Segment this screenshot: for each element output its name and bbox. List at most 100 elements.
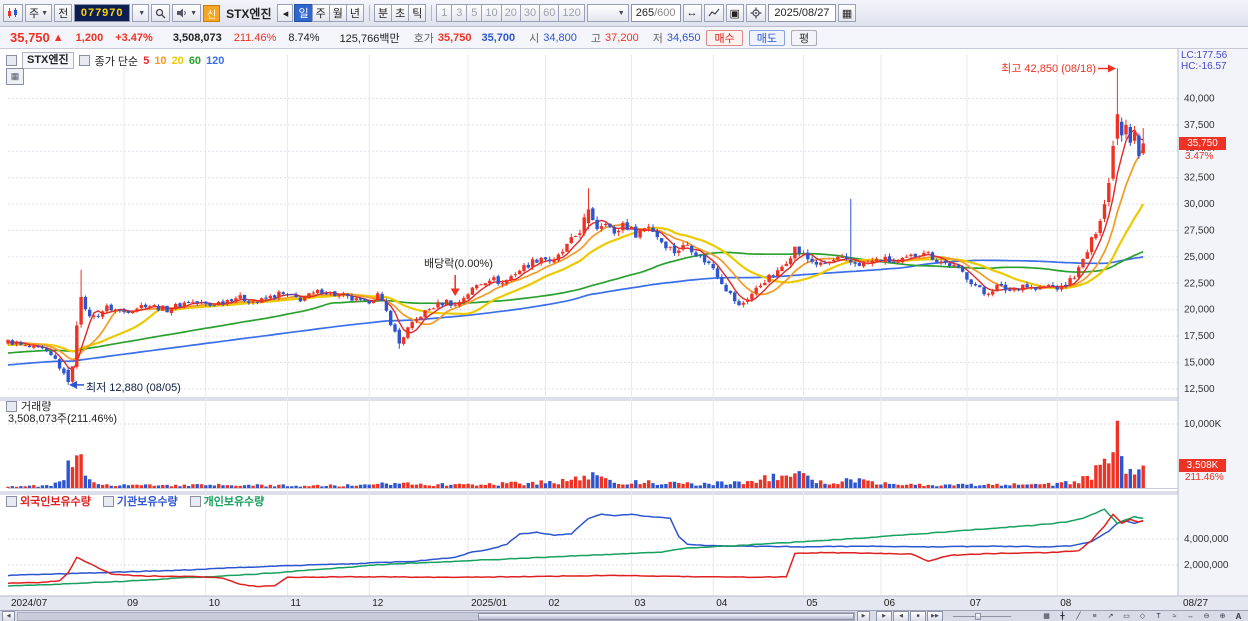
wave-tool-icon[interactable]: ≈ bbox=[1167, 611, 1182, 621]
scroll-left-button[interactable]: ◀ bbox=[2, 610, 15, 621]
period-tab-월[interactable]: 월 bbox=[328, 4, 347, 22]
chart-canvas[interactable]: 2024/07 09 10 11 12 2025/01 02 03 04 05 06 07 08 08/2… bbox=[0, 49, 1248, 610]
avg-button[interactable]: 평 bbox=[790, 29, 818, 46]
chart-type-dropdown[interactable]: 주 ▼ bbox=[25, 4, 53, 22]
minute-tab-초[interactable]: 초 bbox=[391, 4, 410, 22]
ma-legend-label: 종가 단순 bbox=[94, 55, 139, 68]
x-axis-label: 02 bbox=[549, 598, 561, 609]
price-tick-label: 37,500 bbox=[1184, 120, 1215, 131]
stock-code-input[interactable]: 077970 bbox=[74, 4, 131, 22]
interval-button-1[interactable]: 1 bbox=[436, 4, 453, 22]
play-button[interactable]: ▶ bbox=[876, 610, 892, 621]
line-chart-tool-button[interactable] bbox=[703, 4, 724, 22]
calendar-button[interactable]: ▦ bbox=[837, 4, 857, 22]
foreigner-holdings-legend: 외국인보유수량 bbox=[6, 493, 91, 509]
chart-stock-label: STX엔진 bbox=[22, 52, 74, 69]
hc-indicator: HC:-16.57 bbox=[1181, 61, 1227, 72]
minute-tab-분[interactable]: 분 bbox=[373, 4, 393, 22]
x-axis-label: 07 bbox=[970, 598, 982, 609]
collapse-button[interactable]: ◂ bbox=[277, 4, 294, 22]
period-tab-년[interactable]: 년 bbox=[345, 4, 364, 22]
interval-button-5[interactable]: 5 bbox=[466, 4, 483, 22]
x-axis-label: 08 bbox=[1060, 598, 1072, 609]
divider bbox=[431, 5, 433, 21]
scroll-right-button[interactable]: ▶ bbox=[857, 610, 870, 621]
price-tick-label: 20,000 bbox=[1184, 305, 1215, 316]
interval-button-3[interactable]: 3 bbox=[451, 4, 468, 22]
indicator-toggle-icon[interactable] bbox=[78, 55, 90, 66]
chart-window-icon[interactable] bbox=[3, 4, 23, 22]
gear-icon bbox=[750, 7, 762, 19]
interval-button-120[interactable]: 120 bbox=[558, 4, 585, 22]
bar-count-input[interactable]: 265/600 bbox=[630, 4, 681, 22]
sound-toggle-button[interactable]: ▼ bbox=[172, 4, 202, 22]
x-axis-label: 12 bbox=[372, 598, 384, 609]
pane-toggle-icon[interactable] bbox=[6, 495, 17, 507]
institution-holdings-legend: 기관보유수량 bbox=[102, 493, 178, 509]
price-tick-label: 15,000 bbox=[1184, 358, 1215, 369]
data-grid-button[interactable]: ▦ bbox=[6, 68, 24, 85]
interval-button-20[interactable]: 20 bbox=[500, 4, 521, 22]
price-info-bar: 35,750 ▲ 1,200 +3.47% 3,508,073 211.46% … bbox=[0, 27, 1248, 49]
pane-toggle-icon[interactable] bbox=[6, 55, 17, 66]
zoom-in-icon[interactable]: ⊕ bbox=[1215, 611, 1230, 621]
chart-background bbox=[0, 49, 1248, 610]
horizontal-line-icon[interactable]: ≡ bbox=[1087, 611, 1102, 621]
slider-handle[interactable] bbox=[975, 612, 982, 620]
rect-tool-icon[interactable]: ▭ bbox=[1119, 611, 1134, 621]
exdividend-annotation: 배당락(0.00%) bbox=[424, 258, 493, 270]
scrollbar-thumb[interactable] bbox=[477, 612, 854, 620]
zoom-out-icon[interactable]: ⊖ bbox=[1199, 611, 1214, 621]
period-tab-주[interactable]: 주 bbox=[311, 4, 330, 22]
code-dropdown-button[interactable]: ▼ bbox=[132, 4, 150, 22]
diamond-tool-icon[interactable]: ◇ bbox=[1135, 611, 1150, 621]
price-tick-label: 40,000 bbox=[1184, 94, 1215, 105]
grid-icon[interactable]: ▦ bbox=[1039, 611, 1054, 621]
zoom-slider[interactable] bbox=[953, 612, 1011, 621]
interval-button-60[interactable]: 60 bbox=[539, 4, 560, 22]
trendline-icon[interactable]: ╱ bbox=[1071, 611, 1086, 621]
chart-scrollbar[interactable] bbox=[17, 611, 855, 621]
price-tick-label: 30,000 bbox=[1184, 199, 1215, 210]
pan-icon[interactable]: ↔ bbox=[1183, 611, 1198, 621]
volume-pane-value: 3,508,073주(211.46%) bbox=[8, 413, 117, 425]
mini-candle-icon bbox=[8, 8, 17, 18]
prev-stock-button[interactable]: 전 bbox=[54, 4, 73, 22]
crosshair-icon[interactable]: ╋ bbox=[1055, 611, 1070, 621]
sell-button[interactable]: 매도 bbox=[748, 29, 785, 46]
new-listing-badge: 신 bbox=[203, 4, 221, 22]
price-tick-label: 32,500 bbox=[1184, 173, 1215, 184]
stock-name-label: STX엔진 bbox=[226, 6, 272, 21]
period-tab-일[interactable]: 일 bbox=[294, 4, 313, 22]
pane-toggle-icon[interactable] bbox=[189, 495, 201, 507]
current-volume-axis-badge: 3,508K bbox=[1179, 459, 1226, 472]
speaker-icon bbox=[177, 8, 186, 18]
ma5-legend: 5 bbox=[143, 54, 150, 67]
top-toolbar: 주 ▼ 전 077970 ▼ ▼ 신 STX엔진 ◂ 일주월년 분초틱 1 3 5 10… bbox=[0, 0, 1248, 27]
save-chart-button[interactable]: ▣ bbox=[725, 4, 744, 22]
divider bbox=[368, 5, 370, 21]
buy-button[interactable]: 매수 bbox=[706, 29, 743, 46]
fast-forward-button[interactable]: ▶▶ bbox=[927, 610, 943, 621]
pane-toggle-icon[interactable] bbox=[102, 495, 114, 507]
minute-tab-틱[interactable]: 틱 bbox=[408, 4, 427, 22]
auto-scale-button[interactable]: A bbox=[1231, 611, 1246, 621]
date-input[interactable]: 2025/08/27 bbox=[767, 4, 836, 22]
interval-button-10[interactable]: 10 bbox=[481, 4, 502, 22]
step-back-button[interactable]: ◀ bbox=[893, 610, 909, 621]
search-icon bbox=[155, 8, 166, 18]
stock-search-button[interactable] bbox=[151, 4, 171, 22]
stop-button[interactable]: ■ bbox=[910, 610, 926, 621]
arrow-tool-icon[interactable]: ↗ bbox=[1103, 611, 1118, 621]
ma120-legend: 120 bbox=[206, 54, 225, 67]
minute-tab-group: 분초틱 bbox=[373, 4, 427, 22]
custom-interval-dropdown[interactable]: ▼ bbox=[586, 4, 629, 22]
text-tool-icon[interactable]: T bbox=[1151, 611, 1166, 621]
volume-tick-label: 10,000K bbox=[1184, 419, 1222, 430]
slider-track bbox=[953, 615, 1011, 617]
chart-settings-button[interactable] bbox=[745, 4, 766, 22]
pan-tool-button[interactable]: ↔ bbox=[682, 4, 702, 22]
x-axis-label: 03 bbox=[635, 598, 647, 609]
interval-button-30[interactable]: 30 bbox=[519, 4, 541, 22]
open-label: 시 bbox=[529, 32, 540, 45]
